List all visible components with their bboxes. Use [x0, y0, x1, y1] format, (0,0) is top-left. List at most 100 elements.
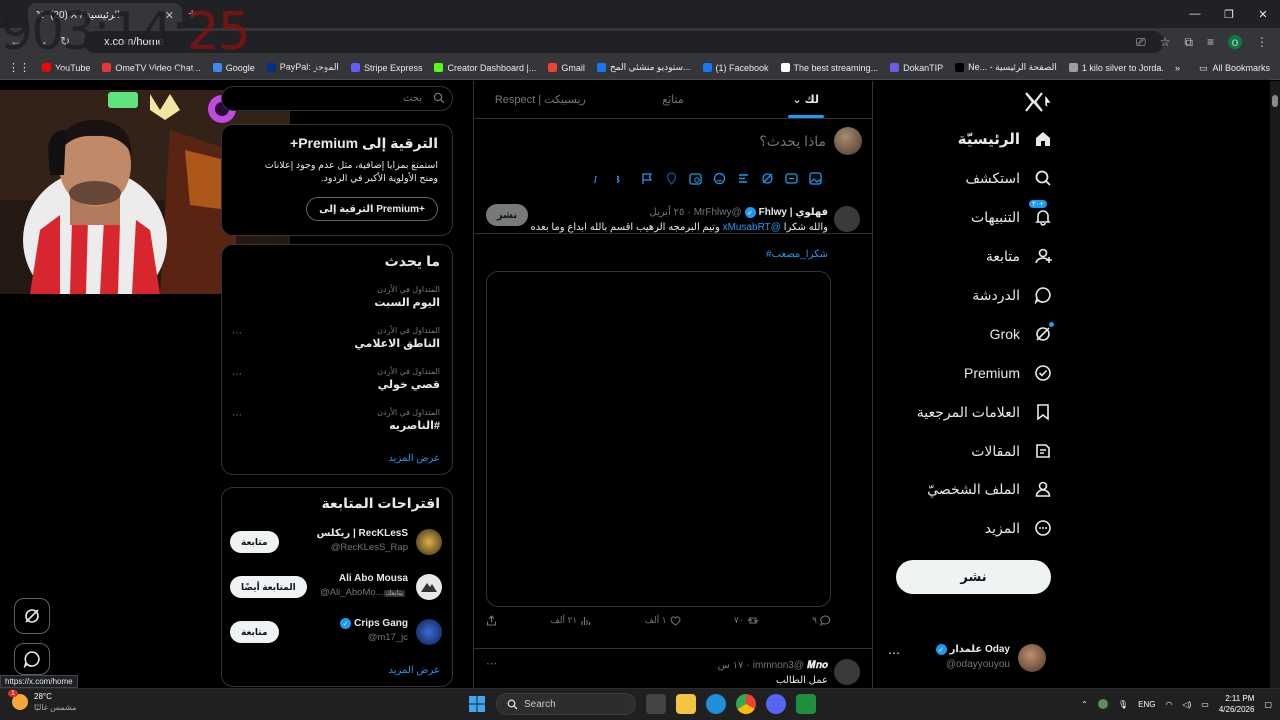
wifi-icon[interactable]: ◠ [1165, 700, 1172, 709]
nav-grok[interactable]: Grok [990, 316, 1054, 352]
weather-widget[interactable]: 1 28°C مشمس غالبًا [8, 690, 76, 713]
post-time[interactable]: ٢٥ أبريل [649, 207, 684, 218]
follow-suggestion[interactable]: RecKLesS | ريكلس @RecKLesS_Rap متابعة [230, 527, 442, 565]
tray-app-icon[interactable] [1097, 699, 1108, 709]
trends-show-more[interactable]: عرض المزيد [388, 453, 440, 464]
trend-item[interactable]: المتداول في الأردن اليوم السبت [232, 285, 440, 319]
post-hashtag[interactable]: #شكرا_مصعب [766, 249, 828, 260]
windows-start-icon[interactable] [468, 695, 486, 713]
app-icon[interactable] [796, 694, 816, 714]
reply-button[interactable]: ٩ [812, 615, 831, 626]
trend-more-icon[interactable]: ⋯ [232, 328, 242, 339]
bookmark-item[interactable]: The best streaming... [780, 63, 878, 73]
bookmark-item[interactable]: Gmail [548, 63, 585, 73]
minimize-icon[interactable]: — [1178, 0, 1212, 28]
tray-chevron-icon[interactable]: ⌃ [1081, 700, 1088, 709]
search-input[interactable]: بحث [221, 86, 453, 111]
media-icon[interactable]: ≡ [1207, 35, 1214, 49]
taskbar-search[interactable]: Search [496, 693, 636, 715]
trend-item[interactable]: المتداول في الأردن #الناصريه ⋯ [232, 408, 440, 442]
emoji-icon[interactable] [713, 172, 726, 185]
location-icon[interactable] [665, 172, 678, 185]
follow-button[interactable]: متابعة [230, 531, 279, 553]
follow-suggestion[interactable]: Crips Gang ✓ @m17_jc متابعة [230, 617, 442, 655]
profile-avatar[interactable]: o [1228, 35, 1242, 49]
follow-back-button[interactable]: المتابعة أيضًا [230, 576, 307, 598]
nav-notifications[interactable]: +٢٠ التنبيهات [971, 199, 1052, 235]
discord-icon[interactable] [766, 694, 786, 714]
composer-input[interactable]: ماذا يحدث؟ [759, 133, 826, 150]
trend-more-icon[interactable]: ⋯ [232, 410, 242, 421]
post-avatar[interactable] [834, 659, 860, 685]
post-card[interactable]: 𝑴𝒏𝒐 @immnon3 · ١٧ س عمل الطالب ⋯ [474, 650, 872, 688]
post-more-icon[interactable]: ⋯ [486, 657, 497, 670]
tab-following[interactable]: متابَع [607, 81, 740, 118]
menu-icon[interactable]: ⋮ [1256, 35, 1268, 49]
post-more-icon[interactable]: ⋯ [486, 204, 497, 217]
nav-chat[interactable]: الدردشة [972, 277, 1052, 313]
who-show-more[interactable]: عرض المزيد [388, 665, 440, 676]
italic-icon[interactable]: I [593, 172, 606, 185]
image-icon[interactable] [809, 172, 822, 185]
edge-icon[interactable] [706, 694, 726, 714]
cast-icon[interactable]: ⎚ [1136, 35, 1146, 50]
volume-icon[interactable]: ◁) [1182, 700, 1191, 709]
language[interactable]: ENG [1138, 700, 1155, 709]
bookmark-item[interactable]: DokanTIP [890, 63, 943, 73]
flag-icon[interactable] [641, 172, 654, 185]
grok-floating-button[interactable] [14, 598, 50, 634]
bookmark-item[interactable]: Creator Dashboard |... [434, 63, 536, 73]
trend-item[interactable]: المتداول في الأردن قصي خولي ⋯ [232, 367, 440, 401]
nav-profile[interactable]: الملف الشخصيّ [927, 471, 1052, 507]
bold-icon[interactable]: B [617, 172, 630, 185]
poll-icon[interactable] [737, 172, 750, 185]
x-logo-icon[interactable] [1017, 85, 1051, 119]
account-switcher[interactable]: ✓ علمدار Oday @odayyouyou ⋯ [886, 640, 1046, 680]
post-author[interactable]: 𝑴𝒏𝒐 [807, 660, 828, 671]
bookmark-item[interactable]: (1) Facebook [702, 63, 769, 73]
notifications-icon[interactable]: ▢ [1264, 700, 1272, 709]
premium-subscribe-button[interactable]: الترقية إلى Premium+ [306, 197, 438, 221]
nav-follow[interactable]: متابعة [986, 238, 1052, 274]
post-card[interactable]: فهلوي | Fhlwy ✓ @MrFhlwy · ٢٥ أبريل ⋯ وا… [474, 197, 872, 649]
repost-button[interactable]: ٧٠ [734, 615, 759, 626]
bookmark-item[interactable]: Stripe Express [350, 63, 422, 73]
follow-button[interactable]: متابعة [230, 621, 279, 643]
battery-icon[interactable]: ▭ [1201, 700, 1209, 709]
nav-articles[interactable]: المقالات [971, 433, 1052, 469]
post-handle[interactable]: @immnon3 [753, 660, 804, 671]
grok-compose-icon[interactable] [761, 172, 774, 185]
follow-suggestion[interactable]: Ali Abo Mousa @Ali_AboMo... يتابعك المتاب… [230, 572, 442, 610]
chrome-icon[interactable] [736, 694, 756, 714]
clock[interactable]: 2:11 PM 4/26/2026 [1219, 693, 1255, 715]
tab-for-you[interactable]: لك ⌄ [739, 81, 872, 118]
post-mention[interactable]: @xMusabRT [723, 222, 781, 233]
nav-bookmarks[interactable]: العلامات المرجعية [917, 394, 1052, 430]
post-avatar[interactable] [834, 206, 860, 232]
microphone-icon[interactable]: 🎙︎ [1118, 700, 1128, 709]
post-time[interactable]: ١٧ س [718, 660, 744, 671]
chat-floating-button[interactable] [14, 643, 50, 675]
nav-premium[interactable]: Premium [964, 355, 1052, 391]
share-icon[interactable] [486, 615, 497, 626]
post-media[interactable] [486, 271, 831, 607]
schedule-icon[interactable] [689, 172, 702, 185]
tab-respect[interactable]: ريسبيكت | Respect [474, 81, 607, 118]
scrollbar-thumb[interactable] [1272, 95, 1278, 107]
nav-more[interactable]: المزيد [985, 510, 1052, 546]
bookmark-item[interactable]: Ne... - الصفحة الرئيسية [955, 62, 1057, 73]
scrollbar[interactable] [1270, 81, 1280, 688]
bookmark-item[interactable]: 1 kilo silver to Jorda... [1068, 63, 1169, 73]
trend-more-icon[interactable]: ⋯ [232, 369, 242, 380]
star-icon[interactable]: ☆ [1160, 35, 1171, 49]
post-author[interactable]: فهلوي | Fhlwy [759, 207, 828, 218]
like-button[interactable]: ١ ألف [645, 615, 681, 626]
nav-explore[interactable]: استكشف [965, 160, 1052, 196]
views-button[interactable]: ٢١ ألف [550, 615, 591, 626]
all-bookmarks[interactable]: » ▭ All Bookmarks [1162, 56, 1270, 80]
maximize-icon[interactable]: ❐ [1212, 0, 1246, 28]
account-more-icon[interactable]: ⋯ [888, 646, 900, 660]
file-explorer-icon[interactable] [676, 694, 696, 714]
post-button[interactable]: نشر [896, 560, 1051, 594]
post-handle[interactable]: @MrFhlwy [694, 207, 742, 218]
